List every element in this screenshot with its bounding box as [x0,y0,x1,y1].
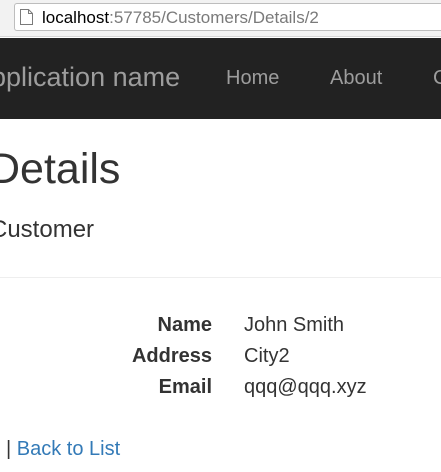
action-links: | Back to List [6,438,120,461]
detail-value: City2 [244,345,290,367]
detail-label: Email [158,376,212,398]
navbar-brand[interactable]: Application name [0,62,180,93]
browser-address-bar: localhost:57785/Customers/Details/2 [0,0,441,37]
url-host: localhost [42,8,110,27]
url-text: localhost:57785/Customers/Details/2 [42,8,319,28]
detail-value: John Smith [244,314,345,336]
link-separator: | [6,438,12,460]
page-subtitle: Customer [0,216,95,243]
url-path: :57785/Customers/Details/2 [109,8,319,27]
page-title: Details [0,145,121,193]
detail-row-address: Address City2 [0,345,441,371]
nav-link-home[interactable]: Home [226,67,279,90]
detail-row-name: Name John Smith [0,314,441,340]
page-icon [20,9,33,25]
page: localhost:57785/Customers/Details/2 Appl… [0,0,441,472]
url-input[interactable]: localhost:57785/Customers/Details/2 [14,3,441,31]
detail-value: qqq@qqq.xyz [244,376,367,398]
back-to-list-link[interactable]: Back to List [17,438,120,460]
nav-link-contact[interactable]: Contact [433,67,441,90]
divider [0,277,441,278]
nav-link-about[interactable]: About [330,67,382,90]
detail-row-email: Email qqq@qqq.xyz [0,376,441,402]
navbar: Application name Home About Contact [0,38,441,119]
detail-label: Address [131,345,212,367]
detail-label: Name [157,314,212,336]
